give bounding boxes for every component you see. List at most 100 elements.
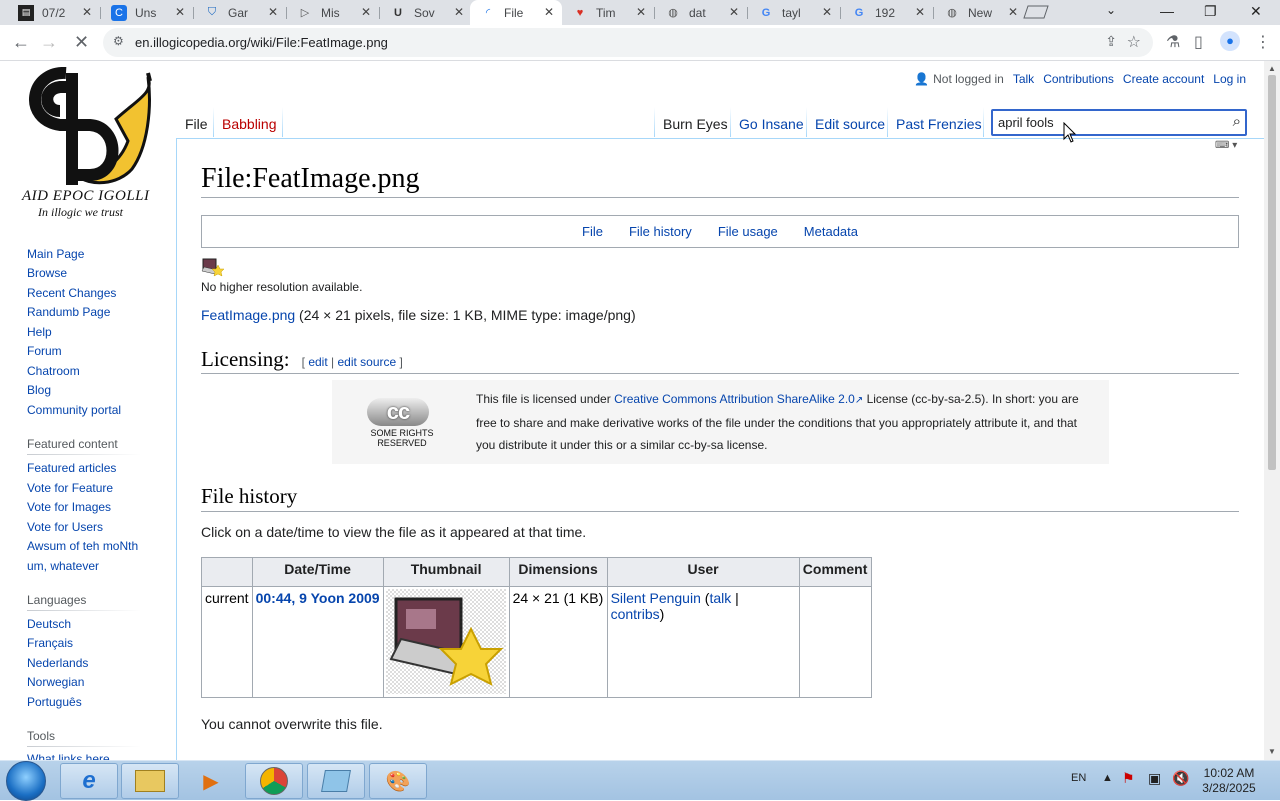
language-indicator[interactable]: EN (1071, 772, 1086, 784)
address-url[interactable]: en.illogicopedia.org/wiki/File:FeatImage… (135, 35, 388, 50)
nav-recent-changes[interactable]: Recent Changes (27, 286, 116, 300)
browser-tab[interactable]: ◍ dat ✕ (655, 0, 747, 25)
tab-past-frenzies[interactable]: Past Frenzies (896, 116, 982, 138)
talk-link[interactable]: Talk (1013, 72, 1034, 86)
tab-search-chevron-icon[interactable]: ⌄ (1106, 3, 1116, 17)
filetoc-file[interactable]: File (582, 224, 603, 239)
lang-norwegian[interactable]: Norwegian (27, 675, 84, 689)
nav-chatroom[interactable]: Chatroom (27, 364, 80, 378)
close-tab-icon[interactable]: ✕ (361, 5, 371, 19)
filetoc-metadata[interactable]: Metadata (804, 224, 858, 239)
edit-link[interactable]: edit (308, 355, 327, 369)
paint-icon[interactable]: 🎨 (369, 763, 427, 799)
scrollbar-thumb[interactable] (1268, 75, 1276, 470)
file-link[interactable]: FeatImage.png (201, 307, 295, 323)
system-clock[interactable]: 10:02 AM 3/28/2025 (1196, 766, 1262, 796)
browser-tab[interactable]: C Uns ✕ (101, 0, 193, 25)
feat-image-thumbnail[interactable] (385, 589, 506, 694)
create-account-link[interactable]: Create account (1123, 72, 1204, 86)
tab-edit-source[interactable]: Edit source (815, 116, 885, 138)
browser-tab[interactable]: ▷ Mis ✕ (287, 0, 379, 25)
cc-some-rights-logo[interactable]: cc SOME RIGHTS RESERVED (347, 398, 457, 448)
nav-um-whatever[interactable]: um, whatever (27, 559, 99, 573)
nav-vote-users[interactable]: Vote for Users (27, 520, 103, 534)
tab-babbling[interactable]: Babbling (222, 116, 277, 138)
browser-tab[interactable]: G tayl ✕ (748, 0, 840, 25)
new-tab-icon[interactable] (1022, 5, 1050, 19)
close-tab-icon[interactable]: ✕ (544, 5, 554, 19)
browser-tab[interactable]: ⛉ Gar ✕ (194, 0, 286, 25)
lang-deutsch[interactable]: Deutsch (27, 617, 71, 631)
network-icon[interactable]: ▣ (1148, 770, 1161, 787)
tab-burn-eyes[interactable]: Burn Eyes (663, 116, 728, 138)
scroll-up-icon[interactable]: ▲ (1268, 64, 1276, 73)
profile-avatar-icon[interactable]: ● (1220, 31, 1240, 51)
nav-awsum-month[interactable]: Awsum of teh moNth (27, 539, 138, 553)
close-tab-icon[interactable]: ✕ (915, 5, 925, 19)
minimize-icon[interactable]: — (1160, 3, 1174, 19)
nav-featured-articles[interactable]: Featured articles (27, 461, 116, 475)
internet-explorer-icon[interactable]: e (60, 763, 118, 799)
side-panel-icon[interactable]: ▯ (1194, 32, 1203, 52)
back-arrow-icon[interactable]: ← (12, 32, 30, 53)
browser-tab[interactable]: ◍ New ✕ (934, 0, 1026, 25)
action-center-flag-icon[interactable]: ⚑ (1122, 770, 1135, 787)
close-tab-icon[interactable]: ✕ (636, 5, 646, 19)
search-value[interactable]: april fools (998, 115, 1054, 130)
stop-loading-icon[interactable]: ✕ (74, 32, 89, 53)
user-talk-link[interactable]: talk (709, 590, 731, 606)
feat-image-small-icon[interactable] (201, 257, 225, 278)
nav-community-portal[interactable]: Community portal (27, 403, 121, 417)
browser-tab[interactable]: ♥ Tim ✕ (562, 0, 654, 25)
tab-go-insane[interactable]: Go Insane (739, 116, 804, 138)
keyboard-input-icon[interactable]: ⌨ ▾ (1215, 140, 1247, 154)
close-tab-icon[interactable]: ✕ (175, 5, 185, 19)
page-scrollbar[interactable]: ▲ ▼ (1264, 61, 1280, 760)
user-contribs-link[interactable]: contribs (611, 606, 660, 622)
browser-tab-active[interactable]: ◜ File ✕ (470, 0, 562, 25)
nav-browse[interactable]: Browse (27, 266, 67, 280)
show-hidden-icons-icon[interactable]: ▲ (1102, 772, 1113, 784)
notepad-icon[interactable] (307, 763, 365, 799)
chrome-icon[interactable] (245, 763, 303, 799)
close-window-icon[interactable]: ✕ (1250, 3, 1262, 20)
extension-flask-icon[interactable]: ⚗ (1166, 32, 1180, 52)
edit-source-link[interactable]: edit source (337, 355, 396, 369)
search-icon[interactable]: ⌕ (1233, 113, 1241, 130)
volume-muted-icon[interactable]: 🔇 (1172, 770, 1189, 787)
filetoc-file-history[interactable]: File history (629, 224, 692, 239)
start-button-icon[interactable] (6, 761, 46, 801)
browser-tab[interactable]: ▤ 07/2 ✕ (8, 0, 100, 25)
user-link[interactable]: Silent Penguin (611, 590, 701, 606)
close-tab-icon[interactable]: ✕ (1008, 5, 1018, 19)
filetoc-file-usage[interactable]: File usage (718, 224, 778, 239)
wiki-logo[interactable]: AID EPOC IGOLLI In illogic we trust (20, 67, 160, 219)
restore-icon[interactable]: ❐ (1204, 3, 1217, 20)
nav-vote-images[interactable]: Vote for Images (27, 500, 111, 514)
close-tab-icon[interactable]: ✕ (268, 5, 278, 19)
share-icon[interactable]: ⇪ (1105, 33, 1117, 50)
browser-tab[interactable]: G 192 ✕ (841, 0, 933, 25)
address-bar[interactable]: ⚙ en.illogicopedia.org/wiki/File:FeatIma… (103, 28, 1153, 57)
close-tab-icon[interactable]: ✕ (822, 5, 832, 19)
search-input[interactable]: april fools ⌕ (991, 109, 1247, 136)
tools-what-links-here[interactable]: What links here (27, 752, 110, 760)
contributions-link[interactable]: Contributions (1043, 72, 1114, 86)
row-datetime-link[interactable]: 00:44, 9 Yoon 2009 (251, 586, 384, 698)
license-link[interactable]: Creative Commons Attribution ShareAlike … (614, 392, 855, 406)
nav-vote-feature[interactable]: Vote for Feature (27, 481, 113, 495)
scroll-down-icon[interactable]: ▼ (1268, 747, 1276, 756)
kebab-menu-icon[interactable]: ⋮ (1255, 32, 1271, 52)
file-explorer-icon[interactable] (121, 763, 179, 799)
close-tab-icon[interactable]: ✕ (454, 5, 464, 19)
site-info-icon[interactable]: ⚙ (113, 34, 124, 48)
lang-francais[interactable]: Français (27, 636, 73, 650)
bookmark-star-icon[interactable]: ☆ (1127, 32, 1141, 52)
browser-tab[interactable]: U Sov ✕ (380, 0, 472, 25)
nav-main-page[interactable]: Main Page (27, 247, 84, 261)
nav-forum[interactable]: Forum (27, 344, 62, 358)
tab-file[interactable]: File (185, 116, 208, 138)
close-tab-icon[interactable]: ✕ (82, 5, 92, 19)
nav-randumb-page[interactable]: Randumb Page (27, 305, 110, 319)
lang-nederlands[interactable]: Nederlands (27, 656, 88, 670)
